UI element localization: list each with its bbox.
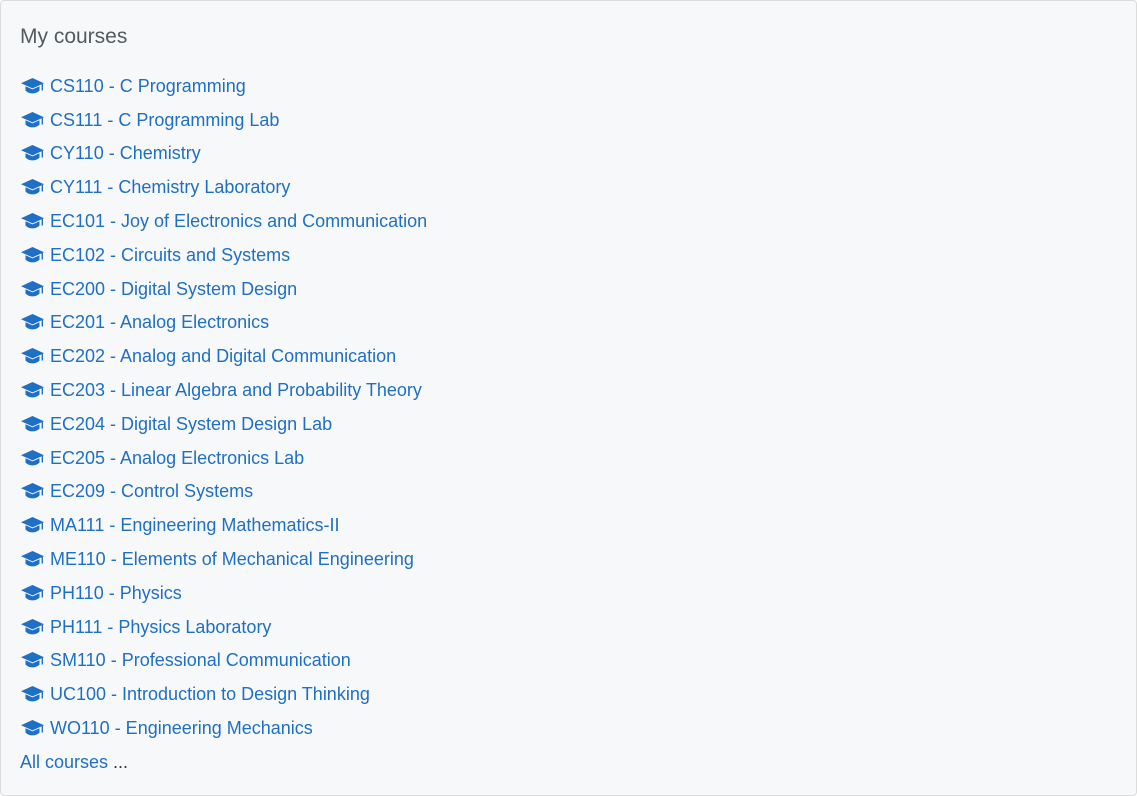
graduation-cap-icon	[20, 617, 45, 637]
graduation-cap-icon	[20, 312, 45, 332]
course-link[interactable]: CY111 - Chemistry Laboratory	[20, 170, 427, 204]
graduation-cap-icon	[20, 684, 45, 704]
graduation-cap-icon	[20, 650, 45, 670]
course-label: CY111 - Chemistry Laboratory	[50, 177, 291, 198]
course-label: EC209 - Control Systems	[50, 481, 254, 502]
course-label: EC200 - Digital System Design	[50, 278, 298, 299]
graduation-cap-icon	[20, 143, 45, 163]
graduation-cap-icon	[20, 583, 45, 603]
course-link[interactable]: EC209 - Control Systems	[20, 475, 427, 509]
graduation-cap-icon	[20, 279, 45, 299]
course-link[interactable]: MA111 - Engineering Mathematics-II	[20, 508, 427, 542]
course-label: CS111 - C Programming Lab	[50, 109, 280, 130]
course-link[interactable]: ME110 - Elements of Mechanical Engineeri…	[20, 542, 427, 576]
course-label: MA111 - Engineering Mathematics-II	[50, 515, 340, 536]
course-label: PH110 - Physics	[50, 582, 182, 603]
graduation-cap-icon	[20, 448, 45, 468]
course-label: EC201 - Analog Electronics	[50, 312, 270, 333]
course-label: SM110 - Professional Communication	[50, 650, 351, 671]
all-courses-link[interactable]: All courses ...	[20, 751, 128, 773]
all-courses-label: All courses	[20, 752, 109, 772]
graduation-cap-icon	[20, 211, 45, 231]
course-link[interactable]: EC203 - Linear Algebra and Probability T…	[20, 373, 427, 407]
course-link[interactable]: EC101 - Joy of Electronics and Communica…	[20, 204, 427, 238]
course-label: EC204 - Digital System Design Lab	[50, 413, 333, 434]
course-link[interactable]: PH111 - Physics Laboratory	[20, 610, 427, 644]
course-link[interactable]: EC200 - Digital System Design	[20, 272, 427, 306]
course-link[interactable]: EC205 - Analog Electronics Lab	[20, 441, 427, 475]
course-link[interactable]: CY110 - Chemistry	[20, 137, 427, 171]
course-link[interactable]: WO110 - Engineering Mechanics	[20, 711, 427, 745]
course-label: PH111 - Physics Laboratory	[50, 616, 272, 637]
graduation-cap-icon	[20, 346, 45, 366]
graduation-cap-icon	[20, 549, 45, 569]
course-link[interactable]: EC204 - Digital System Design Lab	[20, 407, 427, 441]
course-label: EC102 - Circuits and Systems	[50, 244, 291, 265]
graduation-cap-icon	[20, 76, 45, 96]
course-link[interactable]: CS110 - C Programming	[20, 69, 427, 103]
course-label: EC205 - Analog Electronics Lab	[50, 447, 305, 468]
course-link[interactable]: EC102 - Circuits and Systems	[20, 238, 427, 272]
course-label: ME110 - Elements of Mechanical Engineeri…	[50, 549, 414, 570]
course-link[interactable]: PH110 - Physics	[20, 576, 427, 610]
course-link[interactable]: EC201 - Analog Electronics	[20, 306, 427, 340]
graduation-cap-icon	[20, 110, 45, 130]
course-label: EC203 - Linear Algebra and Probability T…	[50, 380, 422, 401]
course-link[interactable]: UC100 - Introduction to Design Thinking	[20, 677, 427, 711]
course-label: EC101 - Joy of Electronics and Communica…	[50, 211, 428, 232]
course-link[interactable]: CS111 - C Programming Lab	[20, 103, 427, 137]
course-label: UC100 - Introduction to Design Thinking	[50, 684, 370, 705]
course-label: EC202 - Analog and Digital Communication	[50, 346, 397, 367]
all-courses-ellipsis: ...	[108, 752, 129, 772]
graduation-cap-icon	[20, 515, 45, 535]
course-label: CY110 - Chemistry	[50, 143, 201, 164]
graduation-cap-icon	[20, 177, 45, 197]
course-link[interactable]: SM110 - Professional Communication	[20, 644, 427, 678]
course-label: CS110 - C Programming	[50, 75, 246, 96]
course-list: CS110 - C Programming CS111 - C Programmi…	[20, 69, 427, 745]
graduation-cap-icon	[20, 414, 45, 434]
graduation-cap-icon	[20, 718, 45, 738]
block-title: My courses	[20, 25, 128, 48]
course-label: WO110 - Engineering Mechanics	[50, 718, 313, 739]
graduation-cap-icon	[20, 380, 45, 400]
my-courses-block: My courses CS110 - C Programming CS111 - …	[0, 0, 1137, 796]
graduation-cap-icon	[20, 481, 45, 501]
graduation-cap-icon	[20, 245, 45, 265]
course-link[interactable]: EC202 - Analog and Digital Communication	[20, 339, 427, 373]
